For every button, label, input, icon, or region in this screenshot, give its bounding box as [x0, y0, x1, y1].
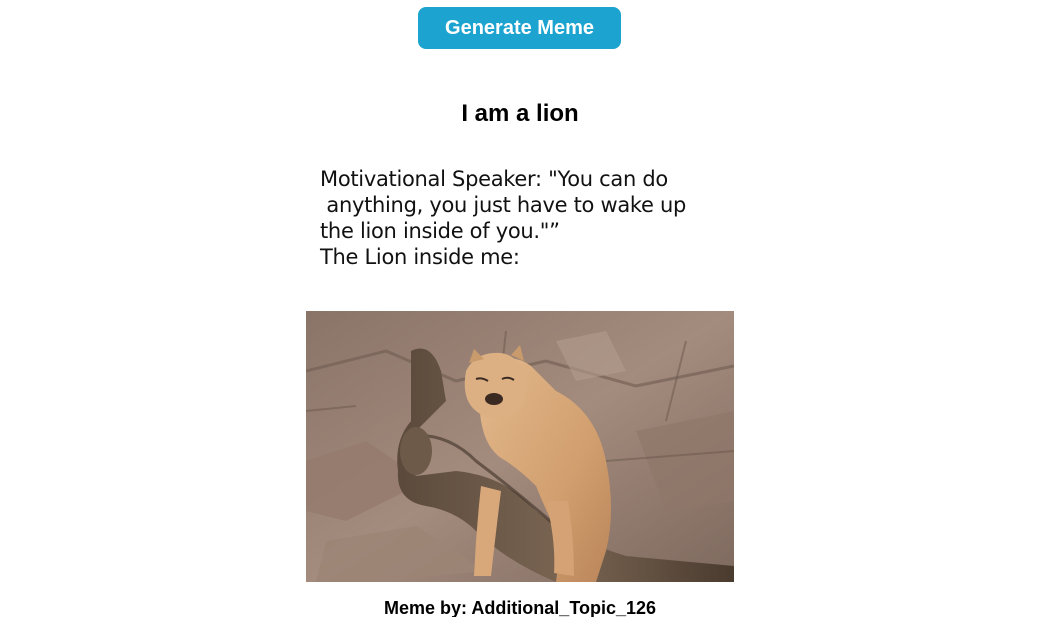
meme-title: I am a lion	[461, 100, 579, 127]
caption-line: anything, you just have to wake up	[320, 193, 687, 217]
meme-page: Generate Meme I am a lion Motivational S…	[0, 0, 1060, 617]
caption-line: the lion inside of you."”	[320, 219, 560, 243]
meme-image: Motivational Speaker: "You can do anythi…	[306, 152, 734, 582]
meme-caption: Motivational Speaker: "You can do anythi…	[320, 166, 730, 270]
caption-line: Motivational Speaker: "You can do	[320, 167, 668, 191]
generate-meme-button[interactable]: Generate Meme	[418, 7, 621, 49]
lioness-photo	[306, 311, 734, 582]
caption-line: The Lion inside me:	[320, 245, 520, 269]
meme-credit: Meme by: Additional_Topic_126	[383, 598, 657, 617]
